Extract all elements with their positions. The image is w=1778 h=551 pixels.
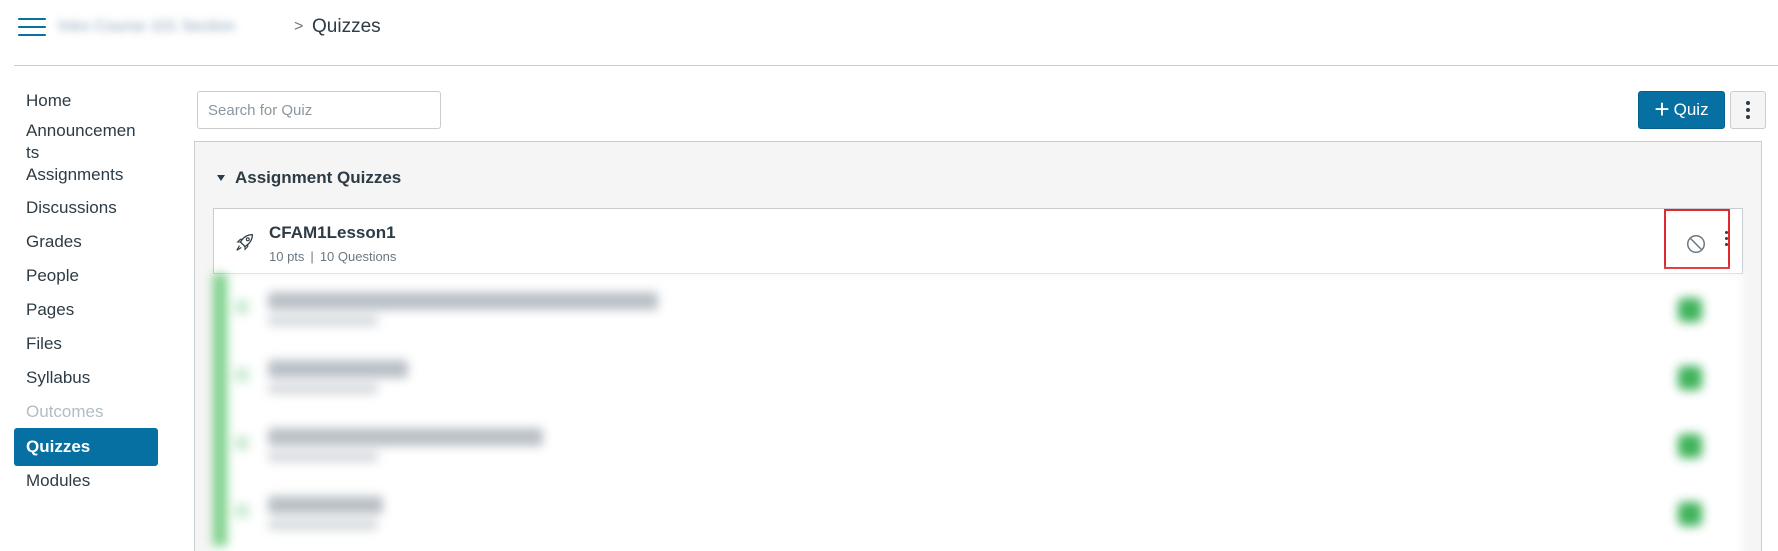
quiz-options-kebab-icon[interactable] — [1730, 91, 1766, 129]
add-quiz-button[interactable]: + Quiz — [1638, 91, 1725, 129]
quiz-meta: 10 pts | 10 Questions — [269, 249, 396, 264]
quiz-points: 10 pts — [269, 249, 305, 264]
nav-item-assignments[interactable]: Assignments — [14, 162, 158, 197]
list-item — [213, 274, 1743, 342]
unpublished-icon[interactable] — [1685, 233, 1707, 255]
nav-item-people[interactable]: People — [14, 265, 158, 299]
quiz-row: CFAM1Lesson1 10 pts | 10 Questions — [213, 208, 1743, 274]
course-navigation: Home Announcements Assignments Discussio… — [14, 90, 158, 500]
quiz-title-link[interactable]: CFAM1Lesson1 — [269, 223, 396, 243]
header-divider — [14, 65, 1778, 66]
nav-item-discussions[interactable]: Discussions — [14, 197, 158, 231]
quiz-list-panel: Assignment Quizzes CFAM1Lesson1 10 pts |… — [194, 141, 1762, 551]
blurred-quiz-rows — [213, 274, 1743, 551]
nav-item-quizzes[interactable]: Quizzes — [14, 428, 158, 466]
nav-item-home[interactable]: Home — [14, 90, 158, 120]
nav-item-grades[interactable]: Grades — [14, 231, 158, 265]
nav-item-files[interactable]: Files — [14, 333, 158, 367]
breadcrumb-current-page: Quizzes — [312, 16, 381, 37]
quiz-row-kebab-icon[interactable] — [1725, 231, 1728, 246]
global-header: Intro Course 101 Section > Quizzes — [0, 0, 1778, 66]
rocket-icon — [236, 234, 253, 251]
nav-item-announcements[interactable]: Announcements — [14, 120, 158, 164]
nav-item-pages[interactable]: Pages — [14, 299, 158, 333]
caret-down-icon — [217, 175, 225, 181]
assignment-quizzes-toggle[interactable]: Assignment Quizzes — [217, 168, 401, 188]
breadcrumb-separator: > — [294, 18, 304, 35]
list-item — [213, 478, 1743, 546]
list-item — [213, 342, 1743, 410]
group-title: Assignment Quizzes — [235, 168, 402, 187]
plus-icon: + — [1654, 94, 1670, 124]
meta-separator: | — [310, 249, 314, 264]
nav-item-modules[interactable]: Modules — [14, 470, 158, 500]
hamburger-menu-icon[interactable] — [18, 16, 46, 38]
list-item — [213, 410, 1743, 478]
nav-item-syllabus[interactable]: Syllabus — [14, 367, 158, 401]
add-quiz-label: Quiz — [1673, 100, 1709, 119]
nav-item-outcomes[interactable]: Outcomes — [14, 401, 158, 428]
search-quiz-input[interactable] — [197, 91, 441, 129]
quiz-question-count: 10 Questions — [319, 249, 397, 264]
breadcrumb-course-link[interactable]: Intro Course 101 Section — [58, 14, 288, 40]
